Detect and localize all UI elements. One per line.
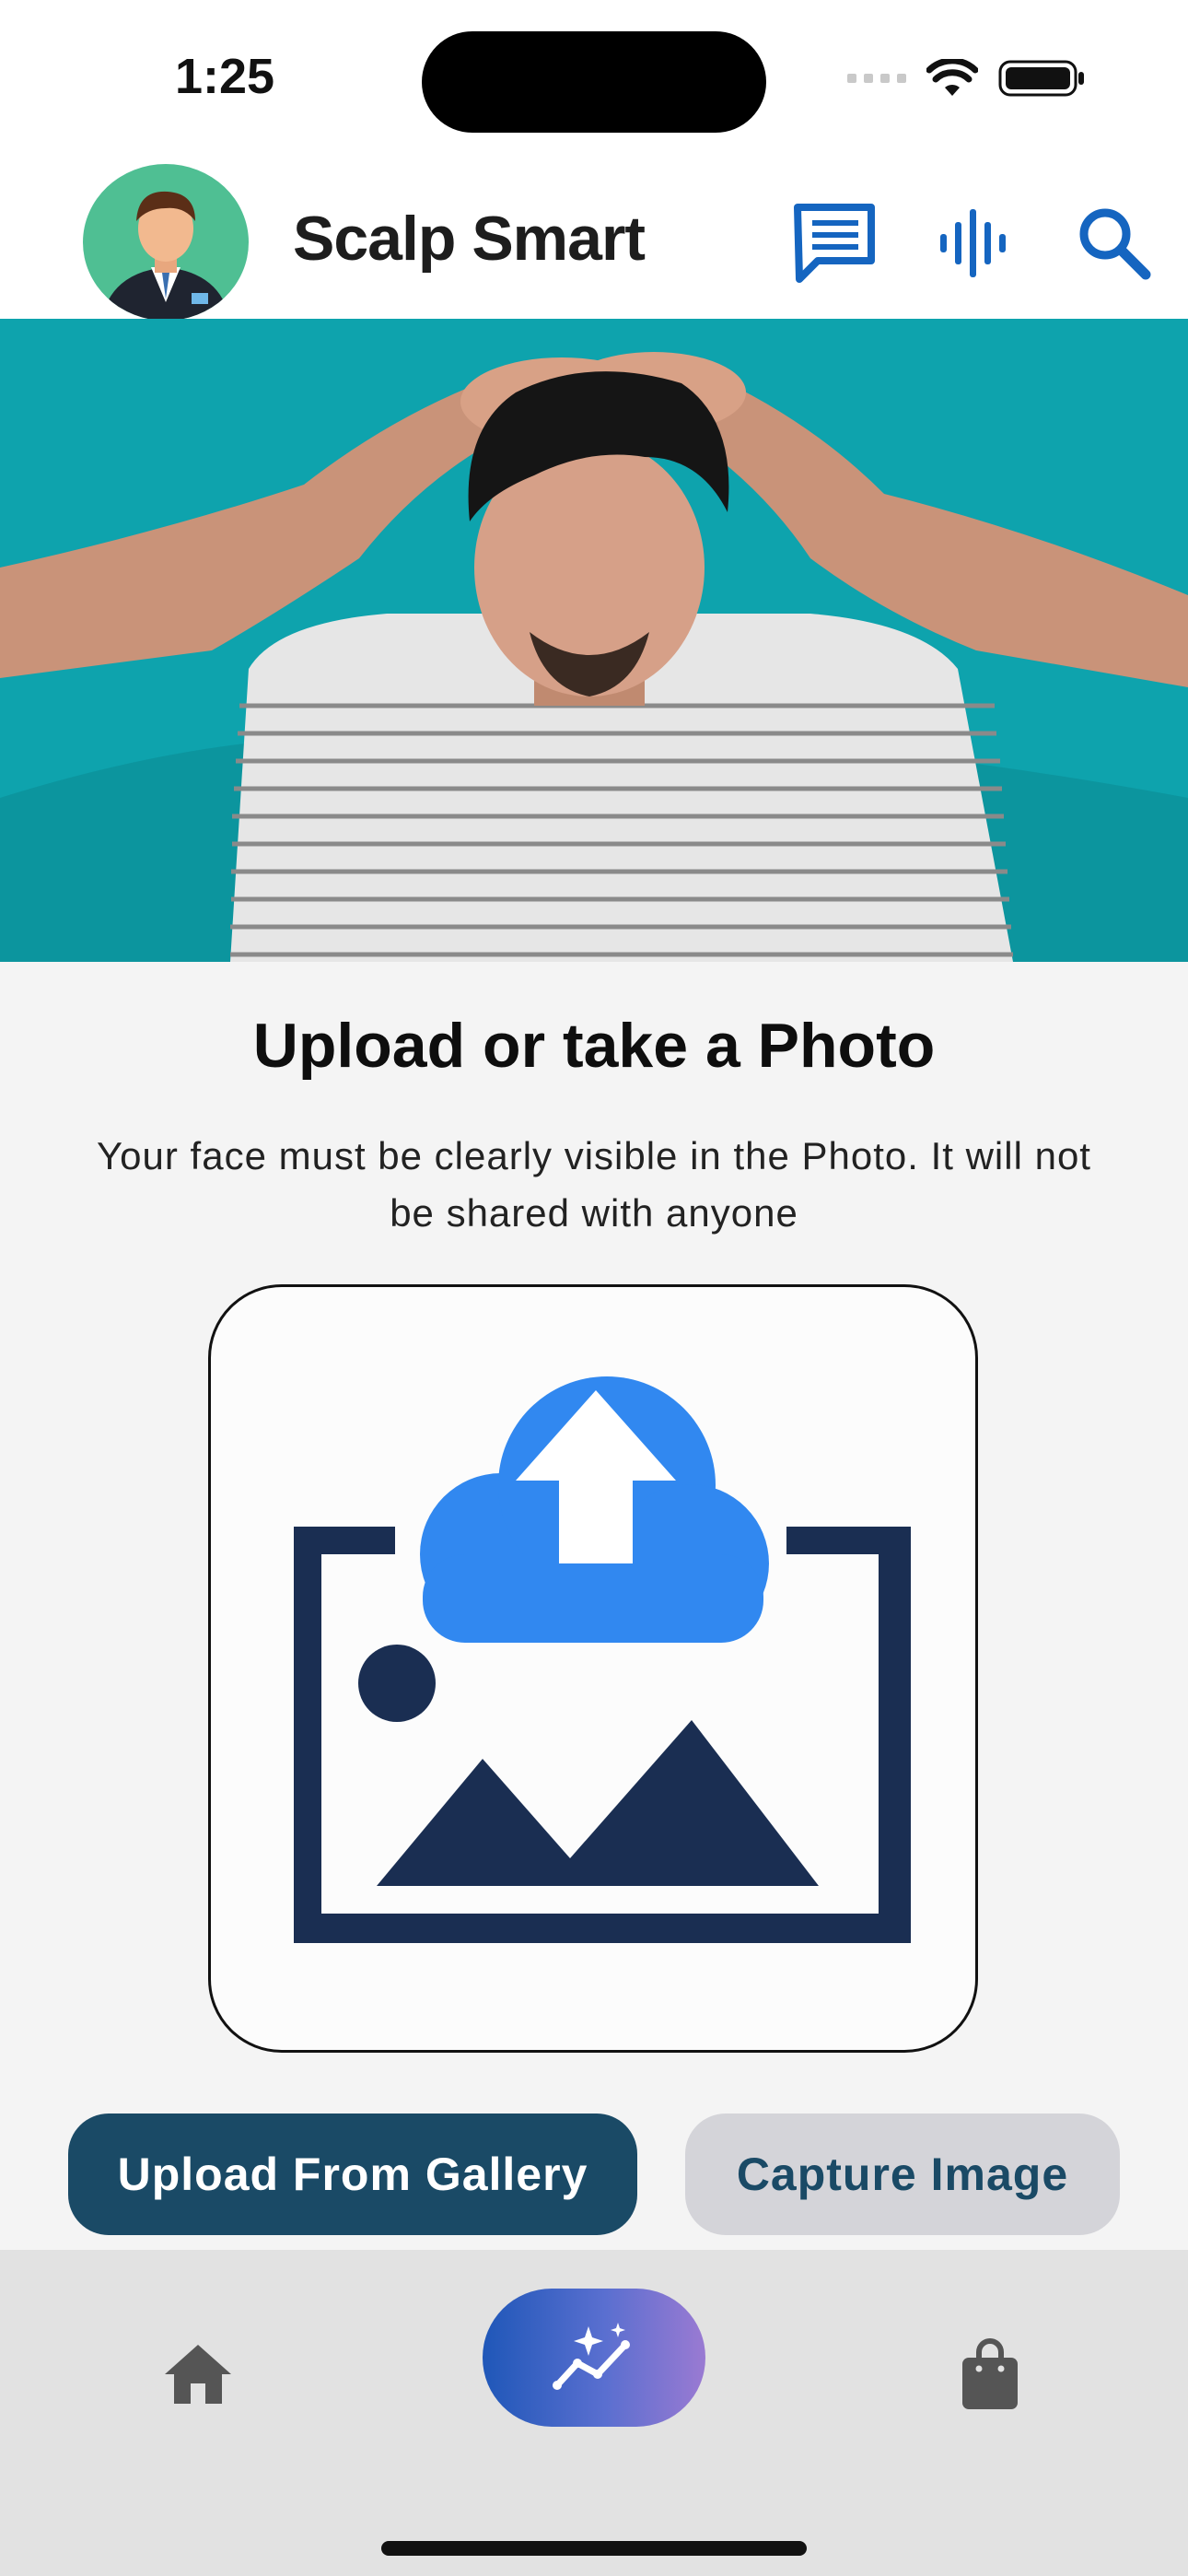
upload-section: Upload or take a Photo Your face must be… xyxy=(0,962,1188,2250)
upload-image-icon xyxy=(294,1376,911,1943)
battery-icon xyxy=(998,60,1084,97)
dynamic-island xyxy=(422,31,766,133)
bottom-nav xyxy=(0,2250,1188,2576)
nav-home[interactable] xyxy=(147,2324,249,2425)
search-button[interactable] xyxy=(1070,199,1159,287)
upload-subtitle: Your face must be clearly visible in the… xyxy=(97,1134,1091,1235)
upload-title: Upload or take a Photo xyxy=(252,1011,936,1081)
chat-icon xyxy=(794,204,875,283)
wifi-icon xyxy=(926,59,978,96)
nav-analysis[interactable] xyxy=(483,2289,705,2427)
home-icon xyxy=(165,2345,231,2404)
status-indicators xyxy=(847,55,1087,101)
avatar[interactable] xyxy=(83,164,249,321)
voice-icon xyxy=(940,209,1006,277)
voice-button[interactable] xyxy=(930,199,1019,287)
nav-shop[interactable] xyxy=(939,2324,1041,2425)
status-bar: 1:25 xyxy=(0,0,1188,157)
home-indicator xyxy=(381,2541,807,2556)
man-holding-hair-illustration xyxy=(0,319,1188,962)
search-icon xyxy=(1079,208,1151,280)
capture-image-button[interactable]: Capture Image xyxy=(685,2113,1120,2235)
chat-button[interactable] xyxy=(790,199,879,287)
shopping-bag-icon xyxy=(962,2338,1018,2409)
status-time: 1:25 xyxy=(175,49,275,104)
user-avatar-icon xyxy=(101,191,230,321)
analysis-icon xyxy=(553,2323,630,2390)
upload-dropzone[interactable] xyxy=(208,1284,978,2053)
app-title: Scalp Smart xyxy=(293,204,646,274)
upload-from-gallery-button[interactable]: Upload From Gallery xyxy=(68,2113,637,2235)
hero-image xyxy=(0,319,1188,962)
cellular-signal-icon xyxy=(847,74,906,83)
app-header: Scalp Smart xyxy=(0,157,1188,321)
